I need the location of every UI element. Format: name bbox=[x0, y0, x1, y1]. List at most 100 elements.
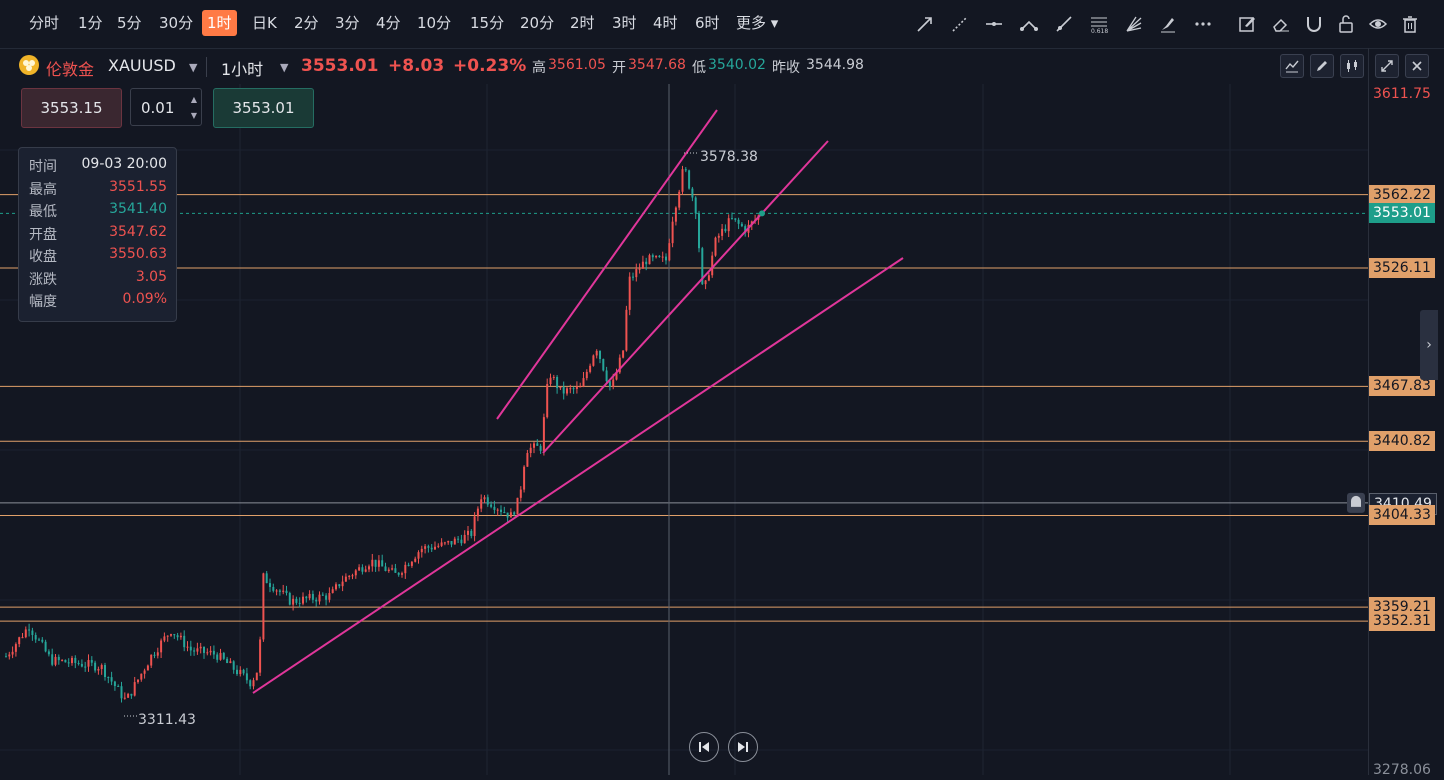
candle-body bbox=[318, 594, 321, 602]
timeframe-1[interactable]: 1分 bbox=[73, 10, 108, 36]
forward-button[interactable] bbox=[728, 732, 758, 762]
candle-body bbox=[625, 309, 628, 351]
candle-body bbox=[80, 663, 83, 667]
candle-body bbox=[635, 269, 638, 278]
candle-body bbox=[424, 546, 427, 549]
alert-bell-icon[interactable] bbox=[1347, 492, 1365, 513]
segment-tool[interactable] bbox=[1017, 12, 1041, 36]
eraser-icon bbox=[1273, 18, 1289, 32]
tooltip-row: 涨跌 3.05 bbox=[29, 269, 167, 291]
candle-body bbox=[496, 509, 499, 511]
draw-button[interactable] bbox=[1310, 54, 1334, 78]
brush-tool[interactable] bbox=[1156, 12, 1180, 36]
candle-body bbox=[71, 657, 73, 664]
candle-body bbox=[566, 388, 568, 394]
candle-body bbox=[599, 350, 601, 359]
candle-body bbox=[150, 654, 153, 666]
magnet-tool[interactable] bbox=[1302, 12, 1326, 36]
tooltip-row: 时间 09-03 20:00 bbox=[29, 156, 167, 178]
timeframe-13[interactable]: 3时 bbox=[607, 10, 642, 36]
eraser-tool[interactable] bbox=[1269, 12, 1293, 36]
interval-dropdown-icon[interactable]: ▼ bbox=[280, 61, 288, 74]
price-change: +8.03 bbox=[388, 56, 445, 76]
candle-body bbox=[97, 669, 100, 671]
tooltip-key: 幅度 bbox=[29, 294, 57, 310]
candle-body bbox=[377, 560, 380, 567]
arrow-line-tool[interactable] bbox=[913, 12, 937, 36]
symbol-code[interactable]: XAUUSD bbox=[108, 56, 176, 75]
symbol-name[interactable]: 伦敦金 bbox=[46, 56, 94, 80]
fibonacci-tool[interactable]: 0.618 bbox=[1087, 12, 1111, 36]
rewind-button[interactable] bbox=[689, 732, 719, 762]
max-price-label: 3578.38 bbox=[700, 149, 758, 165]
candle-body bbox=[120, 686, 123, 699]
interval-label[interactable]: 1小时 bbox=[221, 56, 263, 80]
fan-tool[interactable] bbox=[1122, 12, 1146, 36]
timeframe-3[interactable]: 30分 bbox=[154, 10, 198, 36]
unlock-tool[interactable] bbox=[1334, 12, 1358, 36]
timeframe-6[interactable]: 2分 bbox=[289, 10, 324, 36]
candle-body bbox=[691, 188, 694, 198]
more-dots-tool[interactable] bbox=[1191, 12, 1215, 36]
indicator-button[interactable] bbox=[1280, 54, 1304, 78]
candle-body bbox=[262, 573, 265, 640]
candle-body bbox=[655, 255, 658, 258]
timeframe-7[interactable]: 3分 bbox=[330, 10, 365, 36]
side-panel-toggle[interactable]: › bbox=[1420, 310, 1438, 380]
timeframe-14[interactable]: 4时 bbox=[648, 10, 683, 36]
candle-body bbox=[391, 568, 394, 570]
candle-body bbox=[259, 639, 262, 673]
candle-body bbox=[153, 654, 156, 656]
candle-body bbox=[536, 443, 539, 446]
candle-body bbox=[252, 680, 255, 687]
edit-tool[interactable] bbox=[1235, 12, 1259, 36]
candle-body bbox=[529, 447, 532, 454]
price-axis[interactable]: 3611.75 3278.06 3562.22 3553.01 3526.11 346… bbox=[1368, 48, 1444, 778]
trash-icon bbox=[1403, 16, 1417, 33]
timeframe-2[interactable]: 5分 bbox=[112, 10, 147, 36]
qty-down-icon[interactable]: ▼ bbox=[191, 97, 197, 135]
timeframe-12[interactable]: 2时 bbox=[565, 10, 600, 36]
buy-price-button[interactable]: 3553.01 bbox=[213, 88, 314, 128]
timeframe-8[interactable]: 4分 bbox=[371, 10, 406, 36]
timeframe-9[interactable]: 10分 bbox=[412, 10, 456, 36]
candle-body bbox=[559, 386, 562, 389]
candle-body bbox=[542, 417, 545, 451]
timeframe-4[interactable]: 1时 bbox=[202, 10, 237, 36]
tooltip-value: 3.05 bbox=[135, 268, 167, 285]
timeframe-5[interactable]: 日K bbox=[247, 10, 282, 36]
sell-price-button[interactable]: 3553.15 bbox=[21, 88, 122, 128]
candle-body bbox=[645, 261, 648, 265]
candle-body bbox=[668, 243, 671, 261]
timeframe-15[interactable]: 6时 bbox=[690, 10, 725, 36]
candle-body bbox=[173, 634, 176, 636]
timeframe-16[interactable]: 更多 ▾ bbox=[731, 10, 783, 36]
timeframe-0[interactable]: 分时 bbox=[24, 10, 64, 36]
quantity-input[interactable]: 0.01 ▲ ▼ bbox=[130, 88, 202, 126]
candle-body bbox=[278, 590, 281, 592]
horizontal-line-tool[interactable] bbox=[982, 12, 1006, 36]
candle-body bbox=[572, 388, 575, 390]
dashed-ray-tool[interactable] bbox=[948, 12, 972, 36]
timeframe-11[interactable]: 20分 bbox=[515, 10, 559, 36]
candle-body bbox=[44, 641, 47, 652]
price-chart[interactable]: 3578.38 3311.43 bbox=[0, 84, 1368, 775]
eye-tool[interactable] bbox=[1366, 12, 1390, 36]
tooltip-key: 时间 bbox=[29, 159, 57, 175]
candle-body bbox=[358, 567, 361, 571]
candle-body bbox=[8, 654, 11, 657]
timeframe-10[interactable]: 15分 bbox=[465, 10, 509, 36]
candle-body bbox=[724, 228, 727, 232]
symbol-info-bar: 伦敦金 XAUUSD ▼ 1小时 ▼ 3553.01 +8.03 +0.23% … bbox=[0, 48, 1444, 84]
candle-body bbox=[556, 376, 559, 389]
candle-body bbox=[589, 365, 592, 372]
ray-tool[interactable] bbox=[1052, 12, 1076, 36]
candle-body bbox=[193, 650, 196, 652]
symbol-dropdown-icon[interactable]: ▼ bbox=[189, 61, 197, 74]
candle-type-button[interactable] bbox=[1340, 54, 1364, 78]
candle-body bbox=[255, 672, 258, 681]
segment-icon bbox=[1020, 20, 1038, 31]
candle-body bbox=[575, 386, 578, 389]
prev-close-value: 3544.98 bbox=[806, 57, 864, 73]
trash-tool[interactable] bbox=[1398, 12, 1422, 36]
